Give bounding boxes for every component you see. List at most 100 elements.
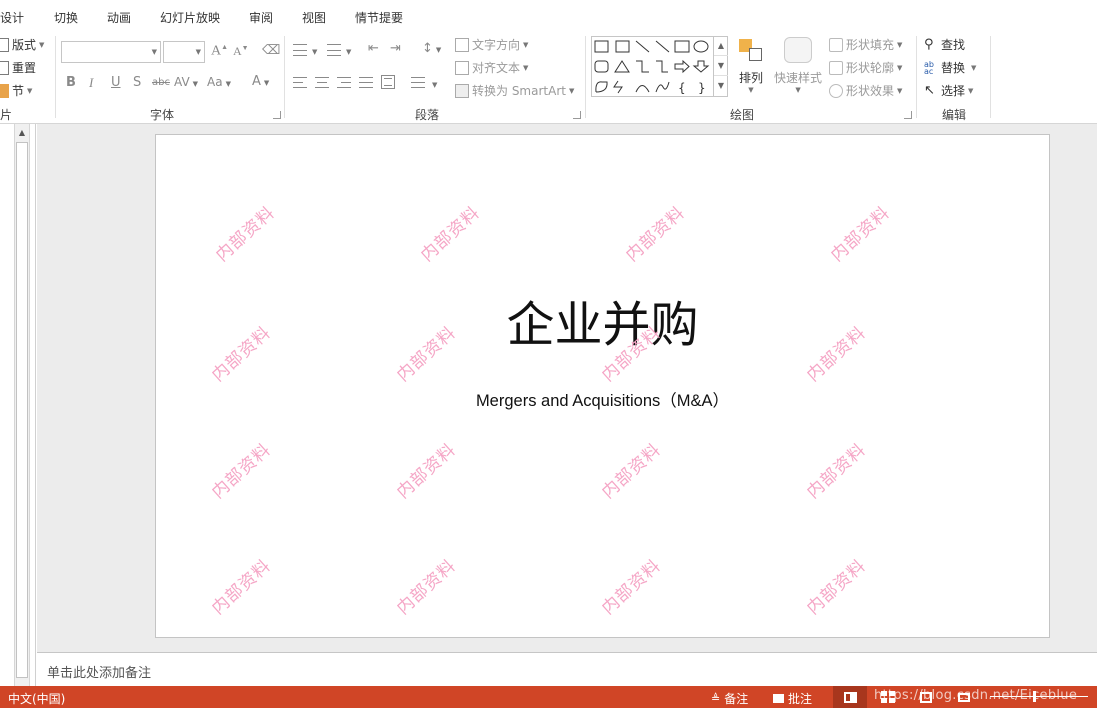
gallery-more-button[interactable]: ▼ [714, 76, 728, 96]
columns-icon[interactable] [411, 77, 425, 88]
notes-pane[interactable]: 单击此处添加备注 [37, 652, 1097, 686]
convert-smartart-button[interactable]: 转换为 SmartArt ▼ [455, 82, 574, 99]
shapes-gallery-scroller: ▲ ▼ ▼ [713, 36, 728, 97]
decrease-indent-icon: ⇤ [368, 41, 379, 56]
paragraph-dialog-launcher[interactable] [573, 111, 581, 119]
slide-subtitle[interactable]: Mergers and Acquisitions（M&A） [156, 387, 1049, 411]
numbering-icon[interactable] [327, 44, 341, 56]
shapes-gallery[interactable]: {} [591, 36, 728, 97]
group-divider [990, 36, 991, 118]
pencil-icon [829, 60, 843, 75]
tab-review[interactable]: 审阅 [249, 9, 273, 26]
gallery-up-arrow[interactable]: ▲ [714, 36, 728, 56]
editing-group-label: 编辑 [941, 108, 966, 122]
watermark-url: https://blog.csdn.net/Eiceblue [874, 688, 1078, 703]
bold-button[interactable]: B [66, 75, 76, 90]
tab-view[interactable]: 视图 [302, 9, 326, 26]
slide-watermark: 内部资料 [208, 555, 276, 619]
quick-styles-label: 快速样式 [774, 71, 823, 85]
chevron-down-icon: ▼ [897, 63, 903, 72]
chevron-down-icon: ▼ [151, 48, 157, 56]
increase-indent-button[interactable]: ⇥ [390, 41, 401, 56]
notes-placeholder[interactable]: 单击此处添加备注 [47, 662, 151, 681]
text-direction-button[interactable]: 文字方向 ▼ [455, 36, 528, 53]
shape-effects-button[interactable]: 形状效果 ▼ [829, 82, 902, 99]
slide-watermark: 内部资料 [803, 439, 871, 503]
font-color-icon: A [252, 74, 261, 89]
change-case-button[interactable]: Aa ▼ [207, 75, 231, 89]
decrease-indent-button[interactable]: ⇤ [368, 41, 379, 56]
chevron-down-icon: ▼ [897, 86, 903, 95]
tab-design[interactable]: 设计 [0, 9, 24, 26]
find-label: 查找 [941, 38, 966, 52]
comments-toggle-button[interactable]: 批注 [773, 690, 812, 707]
strikethrough-button[interactable]: abc [152, 77, 170, 88]
shape-fill-button[interactable]: 形状填充 ▼ [829, 36, 902, 53]
scroll-up-arrow[interactable]: ▲ [15, 126, 29, 140]
scrollbar-thumb[interactable] [16, 142, 28, 678]
normal-view-button[interactable] [833, 686, 867, 708]
chevron-down-icon[interactable]: ▼ [312, 48, 317, 56]
align-left-icon[interactable] [293, 77, 307, 88]
replace-label: 替换 [941, 61, 966, 75]
replace-icon: ab ac [924, 59, 934, 76]
quick-styles-button[interactable]: 快速样式 ▼ [774, 37, 822, 94]
font-dialog-launcher[interactable] [273, 111, 281, 119]
shrink-font-button[interactable]: A▼ [233, 44, 249, 59]
layout-button[interactable]: 版式 ▼ [0, 36, 44, 53]
line-spacing-button[interactable]: ↕ ▼ [422, 41, 441, 56]
drawing-dialog-launcher[interactable] [904, 111, 912, 119]
shape-outline-button[interactable]: 形状轮廓 ▼ [829, 59, 902, 76]
slide-watermark: 内部资料 [393, 439, 461, 503]
clear-formatting-button[interactable]: ⌫ [262, 43, 280, 58]
shrink-font-icon: A [233, 44, 242, 58]
chevron-down-icon[interactable]: ▼ [432, 81, 437, 89]
layout-icon [0, 37, 9, 52]
group-divider [916, 36, 917, 118]
character-spacing-button[interactable]: AV ▼ [174, 75, 198, 89]
grow-font-button[interactable]: A▲ [211, 43, 228, 60]
find-button[interactable]: ⚲ 查找 [924, 36, 965, 53]
reset-button[interactable]: 重置 [0, 59, 36, 76]
text-shadow-icon: S [133, 75, 142, 90]
tab-slideshow[interactable]: 幻灯片放映 [160, 9, 220, 26]
italic-button[interactable]: I [89, 75, 93, 91]
chevron-down-icon: ▼ [897, 40, 903, 49]
slide-watermark: 内部资料 [417, 202, 485, 266]
distributed-icon[interactable] [381, 75, 395, 89]
tab-transitions[interactable]: 切换 [54, 9, 78, 26]
select-button[interactable]: ↖ 选择 ▼ [924, 82, 973, 99]
chevron-down-icon: ▼ [27, 86, 33, 95]
text-shadow-button[interactable]: S [133, 75, 141, 90]
smartart-icon [455, 83, 469, 98]
replace-button[interactable]: ab ac 替换 ▼ [924, 59, 976, 76]
chevron-down-icon: ▼ [523, 40, 529, 49]
align-text-button[interactable]: 对齐文本 ▼ [455, 59, 528, 76]
bullets-icon[interactable] [293, 44, 307, 56]
font-color-button[interactable]: A ▼ [252, 74, 269, 89]
line-spacing-icon: ↕ [422, 41, 433, 56]
slide-title[interactable]: 企业并购 [156, 285, 1049, 355]
section-button[interactable]: 节 ▼ [0, 82, 32, 99]
font-size-combobox[interactable]: ▼ [163, 41, 205, 63]
arrange-button[interactable]: 排列 ▼ [737, 37, 765, 94]
underline-icon: U [111, 75, 121, 90]
gallery-down-arrow[interactable]: ▼ [714, 56, 728, 76]
language-indicator[interactable]: 中文(中国) [8, 690, 65, 707]
text-direction-icon [455, 37, 469, 52]
align-center-icon[interactable] [315, 77, 329, 88]
chevron-down-icon[interactable]: ▼ [346, 48, 351, 56]
notes-toggle-button[interactable]: ≜ 备注 [711, 690, 748, 707]
justify-icon[interactable] [359, 77, 373, 88]
font-name-combobox[interactable]: ▼ [61, 41, 161, 63]
underline-button[interactable]: U [111, 75, 121, 90]
thumbnail-scrollbar[interactable]: ▲ [14, 124, 30, 686]
tab-animations[interactable]: 动画 [107, 9, 131, 26]
align-text-label: 对齐文本 [472, 61, 521, 75]
align-text-icon [455, 60, 469, 75]
slide-watermark: 内部资料 [393, 555, 461, 619]
tab-storyboard[interactable]: 情节提要 [355, 9, 403, 26]
select-label: 选择 [941, 84, 966, 98]
align-right-icon[interactable] [337, 77, 351, 88]
slide-canvas[interactable]: 企业并购 Mergers and Acquisitions（M&A） 内部资料内… [155, 134, 1050, 638]
